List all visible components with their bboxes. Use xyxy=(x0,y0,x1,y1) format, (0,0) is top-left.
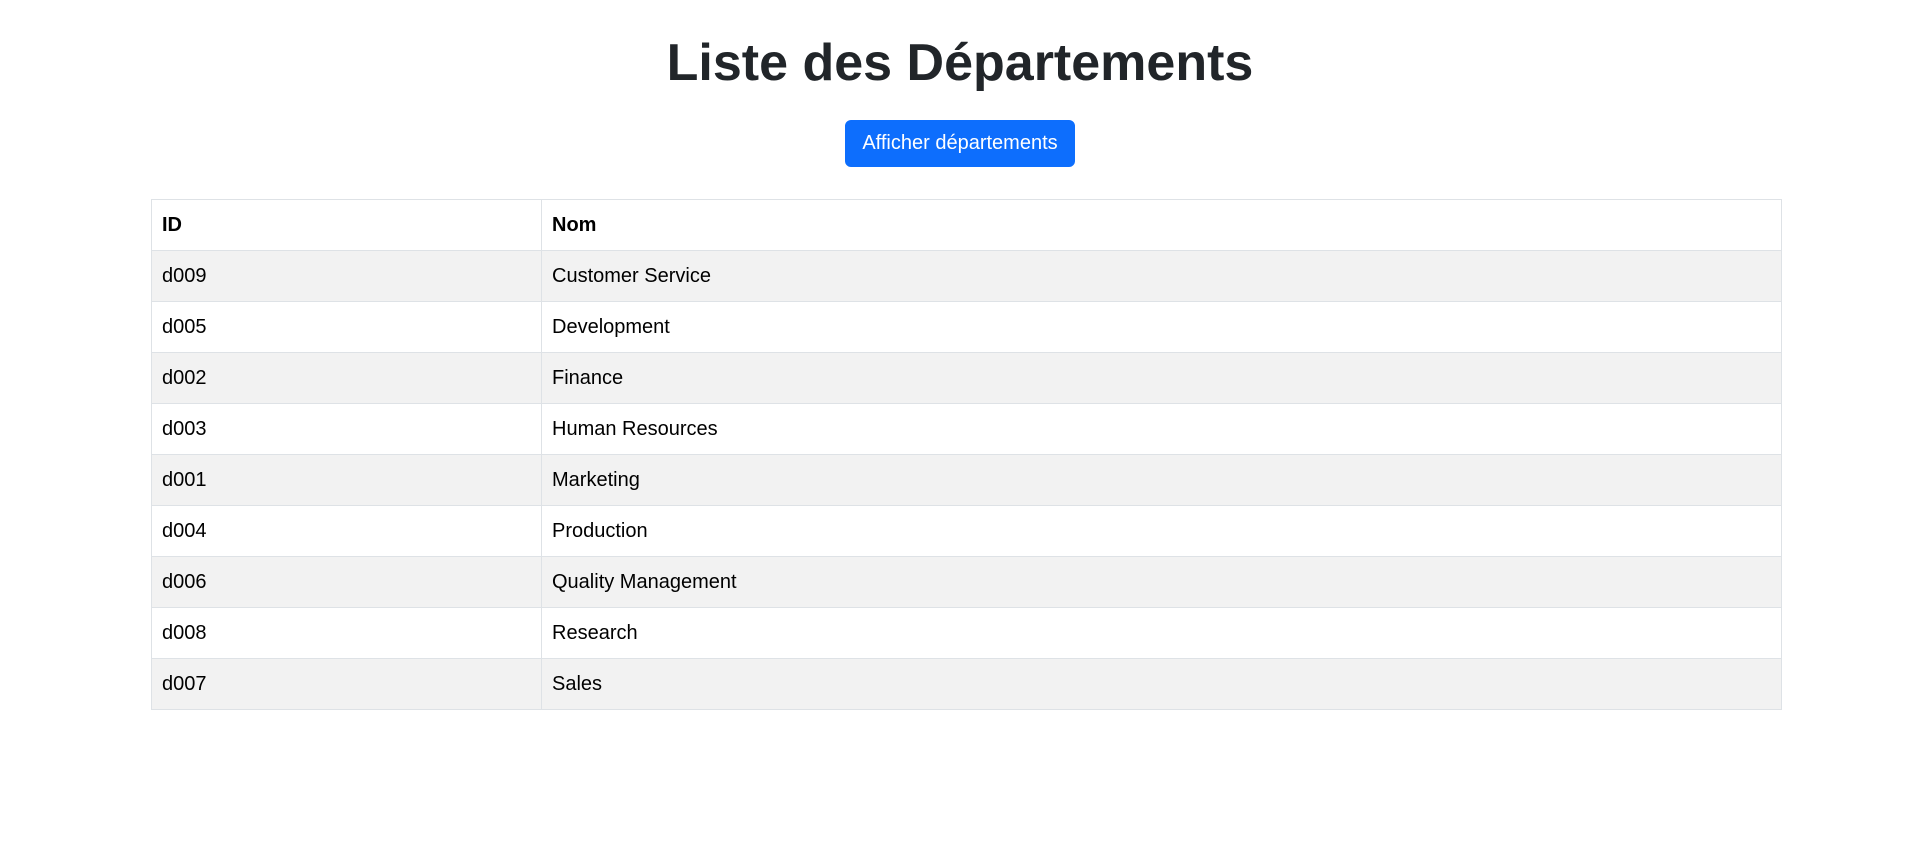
table-body: d009 Customer Service d005 Development d… xyxy=(151,250,1782,710)
page-title: Liste des Départements xyxy=(666,34,1254,92)
table-header: ID Nom xyxy=(151,199,1782,251)
show-departments-button[interactable]: Afficher départements xyxy=(845,120,1075,167)
table-row: d004 Production xyxy=(151,505,1782,557)
cell-name: Customer Service xyxy=(541,250,1782,302)
cell-name: Development xyxy=(541,301,1782,353)
cell-id: d005 xyxy=(151,301,542,353)
departments-table-container: ID Nom d009 Customer Service d005 Develo… xyxy=(151,199,1782,710)
column-header-id: ID xyxy=(151,199,542,251)
cell-name: Human Resources xyxy=(541,403,1782,455)
cell-id: d007 xyxy=(151,658,542,710)
table-row: d005 Development xyxy=(151,301,1782,353)
page: Liste des Départements Afficher départem… xyxy=(0,0,1920,857)
table-row: d008 Research xyxy=(151,607,1782,659)
cell-id: d002 xyxy=(151,352,542,404)
cell-id: d001 xyxy=(151,454,542,506)
cell-name: Finance xyxy=(541,352,1782,404)
table-row: d002 Finance xyxy=(151,352,1782,404)
table-header-row: ID Nom xyxy=(151,199,1782,251)
button-bar: Afficher départements xyxy=(0,120,1920,167)
cell-id: d008 xyxy=(151,607,542,659)
cell-id: d003 xyxy=(151,403,542,455)
table-row: d003 Human Resources xyxy=(151,403,1782,455)
cell-name: Quality Management xyxy=(541,556,1782,608)
cell-name: Marketing xyxy=(541,454,1782,506)
cell-id: d004 xyxy=(151,505,542,557)
table-row: d007 Sales xyxy=(151,658,1782,710)
cell-id: d006 xyxy=(151,556,542,608)
departments-table: ID Nom d009 Customer Service d005 Develo… xyxy=(151,199,1782,710)
cell-id: d009 xyxy=(151,250,542,302)
table-row: d006 Quality Management xyxy=(151,556,1782,608)
table-row: d001 Marketing xyxy=(151,454,1782,506)
cell-name: Production xyxy=(541,505,1782,557)
cell-name: Research xyxy=(541,607,1782,659)
column-header-name: Nom xyxy=(541,199,1782,251)
cell-name: Sales xyxy=(541,658,1782,710)
table-row: d009 Customer Service xyxy=(151,250,1782,302)
